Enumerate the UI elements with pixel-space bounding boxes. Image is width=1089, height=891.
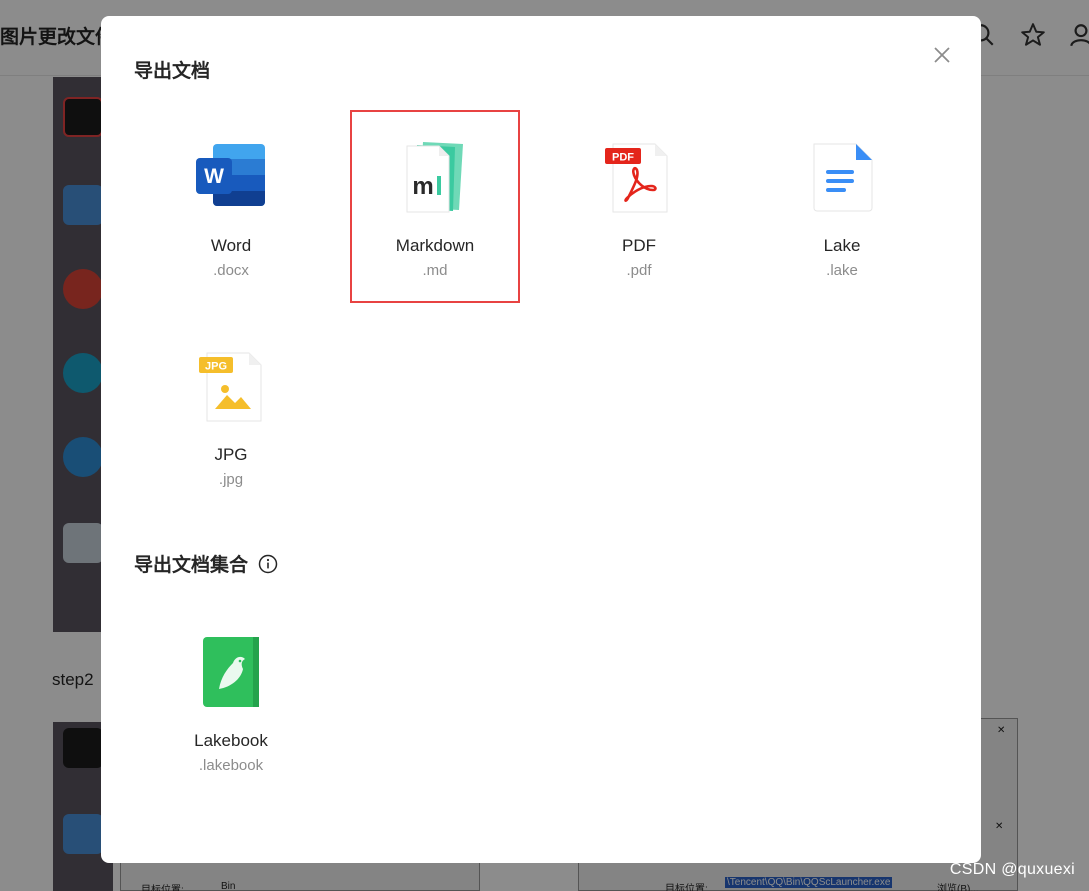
format-extension: .lake — [826, 262, 858, 279]
format-extension: .docx — [213, 262, 249, 279]
export-word-option[interactable]: W Word .docx — [146, 110, 316, 303]
format-name: JPG — [214, 445, 248, 464]
export-lakebook-option[interactable]: Lakebook .lakebook — [146, 605, 316, 798]
dialog-title: 导出文档 — [134, 61, 211, 82]
format-name: Lake — [823, 236, 861, 255]
info-icon[interactable] — [258, 554, 278, 574]
lakebook-icon — [203, 637, 259, 707]
svg-text:m: m — [412, 173, 433, 200]
export-jpg-option[interactable]: JPG JPG .jpg — [146, 319, 316, 512]
export-markdown-option[interactable]: m Markdown .md — [350, 110, 520, 303]
svg-text:JPG: JPG — [205, 361, 227, 373]
watermark: CSDN @quxuexi — [949, 861, 1075, 878]
format-name: Lakebook — [194, 731, 268, 750]
pdf-icon: PDF — [605, 143, 668, 213]
format-name: Markdown — [395, 236, 475, 255]
collection-section-title: 导出文档集合 — [134, 550, 278, 577]
lake-icon — [813, 143, 873, 212]
jpg-icon: JPG — [199, 352, 262, 422]
export-pdf-option[interactable]: PDF PDF .pdf — [554, 110, 724, 303]
export-lake-option[interactable]: Lake .lake — [757, 110, 927, 303]
svg-text:W: W — [204, 165, 224, 188]
export-dialog: 导出文档 W Word .docx m Markdown .md PDF PDF… — [101, 16, 981, 863]
format-extension: .lakebook — [198, 757, 264, 774]
format-extension: .pdf — [626, 262, 652, 279]
markdown-icon: m — [406, 142, 463, 213]
svg-text:PDF: PDF — [612, 152, 634, 164]
format-name: Word — [210, 236, 252, 255]
format-extension: .jpg — [218, 471, 244, 488]
word-icon: W — [196, 144, 265, 206]
format-extension: .md — [422, 262, 448, 279]
close-icon[interactable] — [929, 42, 955, 68]
format-name: PDF — [622, 236, 656, 255]
collection-title-text: 导出文档集合 — [134, 555, 249, 576]
